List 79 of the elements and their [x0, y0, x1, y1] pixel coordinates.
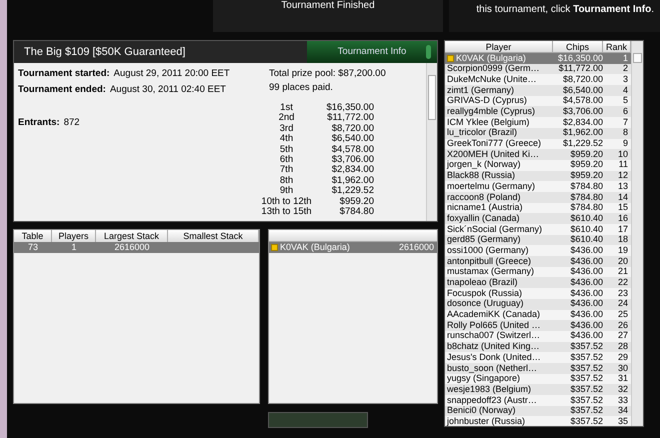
player-row[interactable]: K0VAK (Bulgaria) 2616000	[269, 242, 437, 252]
player-row[interactable]: mustamax (Germany) $436.00 21	[445, 266, 631, 278]
player-row[interactable]: Jesus's Donk (United… $357.52 29	[445, 352, 631, 363]
place-label: 4th	[278, 134, 294, 145]
column-header[interactable]: Player	[445, 41, 553, 52]
status-text: Tournament Finished	[281, 0, 375, 12]
scroll-thumb[interactable]	[633, 53, 642, 63]
field-value: August 29, 2011 20:00 EET	[114, 67, 230, 81]
prize-amount: $1,962.00	[330, 176, 374, 186]
place-label: 8th	[278, 176, 294, 186]
prize-amount: $1,229.52	[330, 186, 374, 197]
prize-amount: $784.80	[338, 206, 374, 218]
player-row[interactable]: yugsy (Singapore) $357.52 31	[445, 374, 631, 384]
player-row[interactable]: K0VAK (Bulgaria) $16,350.00 1	[445, 53, 631, 64]
player-row[interactable]: Sick´nSocial (Germany) $610.40 17	[445, 224, 631, 235]
player-row[interactable]: Rolly Pol665 (United … $436.00 26	[445, 320, 631, 331]
player-row[interactable]: runscha007 (Switzerl… $436.00 27	[445, 330, 631, 342]
player-row[interactable]: nicname1 (Austria) $784.80 15	[445, 202, 631, 214]
table-row[interactable]: 73 1 2616000	[14, 242, 259, 252]
player-row[interactable]: ossi1000 (Germany) $436.00 19	[445, 245, 631, 256]
player-row[interactable]: snappedoff23 (Austr… $357.52 33	[445, 395, 631, 406]
player-row[interactable]: moertelmu (Germany) $784.80 13	[445, 181, 631, 192]
place-label: 9th	[280, 186, 294, 197]
field-value: 872	[64, 116, 80, 130]
field-label: Tournament started:	[18, 67, 110, 81]
scrollbar[interactable]	[426, 63, 437, 221]
player-row[interactable]: lu_tricolor (Brazil) $1,962.00 8	[445, 128, 631, 138]
player-row[interactable]: GreekToni777 (Greece) $1,229.52 9	[445, 138, 631, 150]
place-label: 3rd	[278, 124, 294, 134]
scroll-thumb[interactable]	[428, 75, 436, 120]
player-row[interactable]: Black88 (Russia) $959.20 12	[445, 170, 631, 182]
prize-amount: $3,706.00	[330, 154, 374, 165]
place-label: 5th	[278, 144, 294, 155]
prize-amount: $6,540.00	[330, 134, 374, 145]
places-paid-text: 99 places paid.	[269, 81, 334, 96]
player-row[interactable]: raccoon8 (Poland) $784.80 14	[445, 192, 631, 203]
player-row[interactable]: b8chatz (United King… $357.52 28	[445, 342, 631, 352]
player-row[interactable]: johnbuster (Russia) $357.52 35	[445, 416, 631, 426]
hint-text: this tournament, click Tournament Info.	[476, 3, 654, 17]
player-row[interactable]: Scorpion0999 (Germ… $11,772.00 2	[445, 64, 631, 74]
place-label: 13th to 15th	[260, 206, 313, 218]
prize-amount: $959.20	[338, 196, 374, 207]
prize-amount: $4,578.00	[330, 144, 374, 155]
field-label: Entrants:	[18, 116, 60, 130]
player-row[interactable]: dosonce (Uruguay) $436.00 24	[445, 298, 631, 310]
place-label: 6th	[278, 154, 294, 165]
tournament-info-button[interactable]: Tournament Info	[307, 41, 437, 63]
bottom-button[interactable]	[268, 412, 368, 428]
prize-amount: $11,772.00	[326, 113, 374, 124]
player-row[interactable]: Focuspok (Russia) $436.00 23	[445, 288, 631, 299]
player-row[interactable]: X200MEH (United Ki… $959.20 10	[445, 149, 631, 160]
place-label: 7th	[278, 165, 294, 176]
prize-pool-text: Total prize pool: $87,200.00	[269, 67, 386, 81]
column-header[interactable]: Chips	[553, 41, 603, 52]
player-row[interactable]: gerd85 (Germany) $610.40 18	[445, 234, 631, 246]
player-row[interactable]: ICM Yklee (Belgium) $2,834.00 7	[445, 117, 631, 128]
player-row[interactable]: DukeMcNuke (Unite… $8,720.00 3	[445, 74, 631, 86]
info-icon	[426, 45, 431, 59]
place-label: 1st	[279, 103, 294, 113]
player-row[interactable]: reallyg4mble (Cyprus) $3,706.00 6	[445, 106, 631, 118]
prize-amount: $8,720.00	[330, 124, 374, 134]
player-row[interactable]: busto_soon (Netherl… $357.52 30	[445, 362, 631, 374]
player-row[interactable]: tnapoleao (Brazil) $436.00 22	[445, 277, 631, 288]
field-value: August 30, 2011 02:40 EET	[110, 83, 226, 98]
player-row[interactable]: AAcademiKK (Canada) $436.00 25	[445, 310, 631, 320]
tournament-title: The Big $109 [$50K Guaranteed]	[23, 44, 186, 60]
player-row[interactable]: antonpitbull (Greece) $436.00 20	[445, 256, 631, 267]
player-row[interactable]: foxyallin (Canada) $610.40 16	[445, 213, 631, 224]
player-row[interactable]: zimt1 (Germany) $6,540.00 4	[445, 85, 631, 96]
place-label: 2nd	[278, 113, 296, 124]
field-label: Tournament ended:	[18, 83, 106, 98]
prize-amount: $2,834.00	[330, 165, 374, 176]
player-row[interactable]: jorgen_k (Norway) $959.20 11	[445, 160, 631, 171]
place-label: 10th to 12th	[260, 196, 313, 207]
player-row[interactable]: Benici0 (Norway) $357.52 34	[445, 406, 631, 416]
prize-amount: $16,350.00	[325, 103, 374, 113]
player-row[interactable]: GRIVAS-D (Cyprus) $4,578.00 5	[445, 96, 631, 106]
player-row[interactable]: wesje1983 (Belgium) $357.52 32	[445, 384, 631, 395]
scrollbar[interactable]	[631, 41, 643, 426]
